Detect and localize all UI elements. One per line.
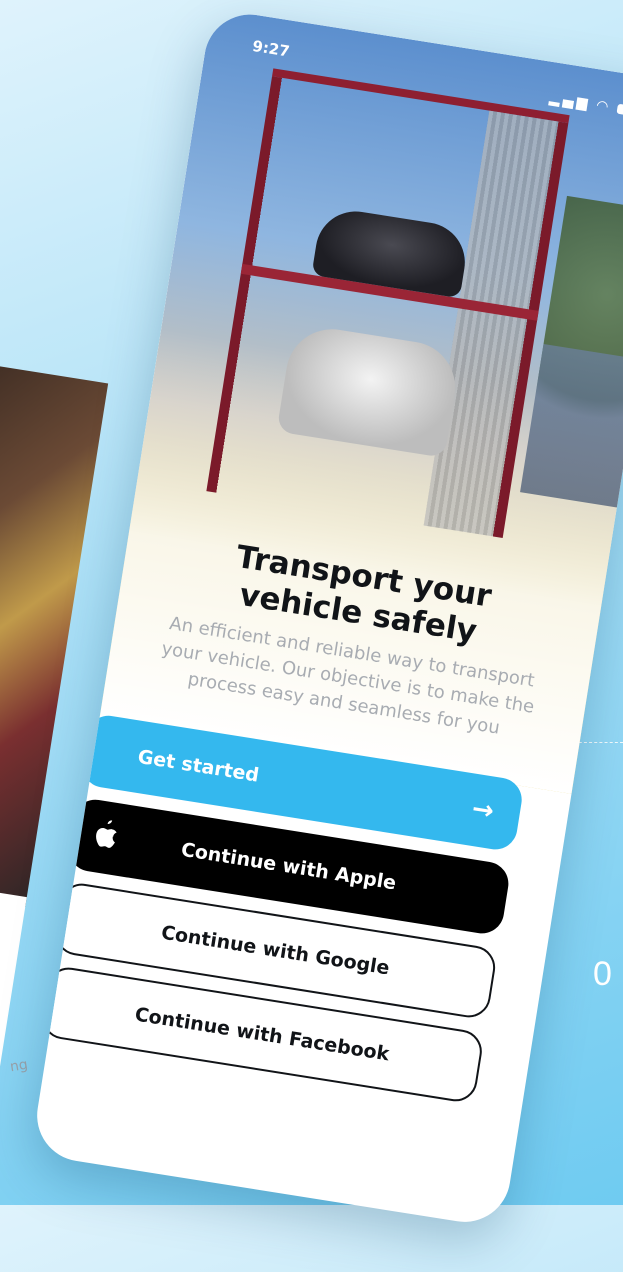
background-text-snippet: ng bbox=[8, 1056, 29, 1076]
apple-icon bbox=[96, 820, 117, 848]
car-trailer bbox=[206, 68, 570, 538]
car-lower bbox=[276, 322, 462, 458]
battery-icon bbox=[616, 103, 623, 118]
continue-with-apple-label: Continue with Apple bbox=[179, 838, 398, 895]
continue-with-google-label: Continue with Google bbox=[159, 921, 391, 980]
phone-screen: 9:27 ▂▄▆ ◠ Transport your vehicle safely… bbox=[30, 8, 623, 1229]
decorative-digit: 0 bbox=[593, 955, 612, 993]
get-started-label: Get started bbox=[136, 745, 261, 787]
continue-with-facebook-label: Continue with Facebook bbox=[133, 1003, 391, 1066]
arrow-right-icon: → bbox=[469, 793, 497, 827]
building bbox=[520, 343, 623, 510]
wifi-icon: ◠ bbox=[595, 97, 613, 116]
